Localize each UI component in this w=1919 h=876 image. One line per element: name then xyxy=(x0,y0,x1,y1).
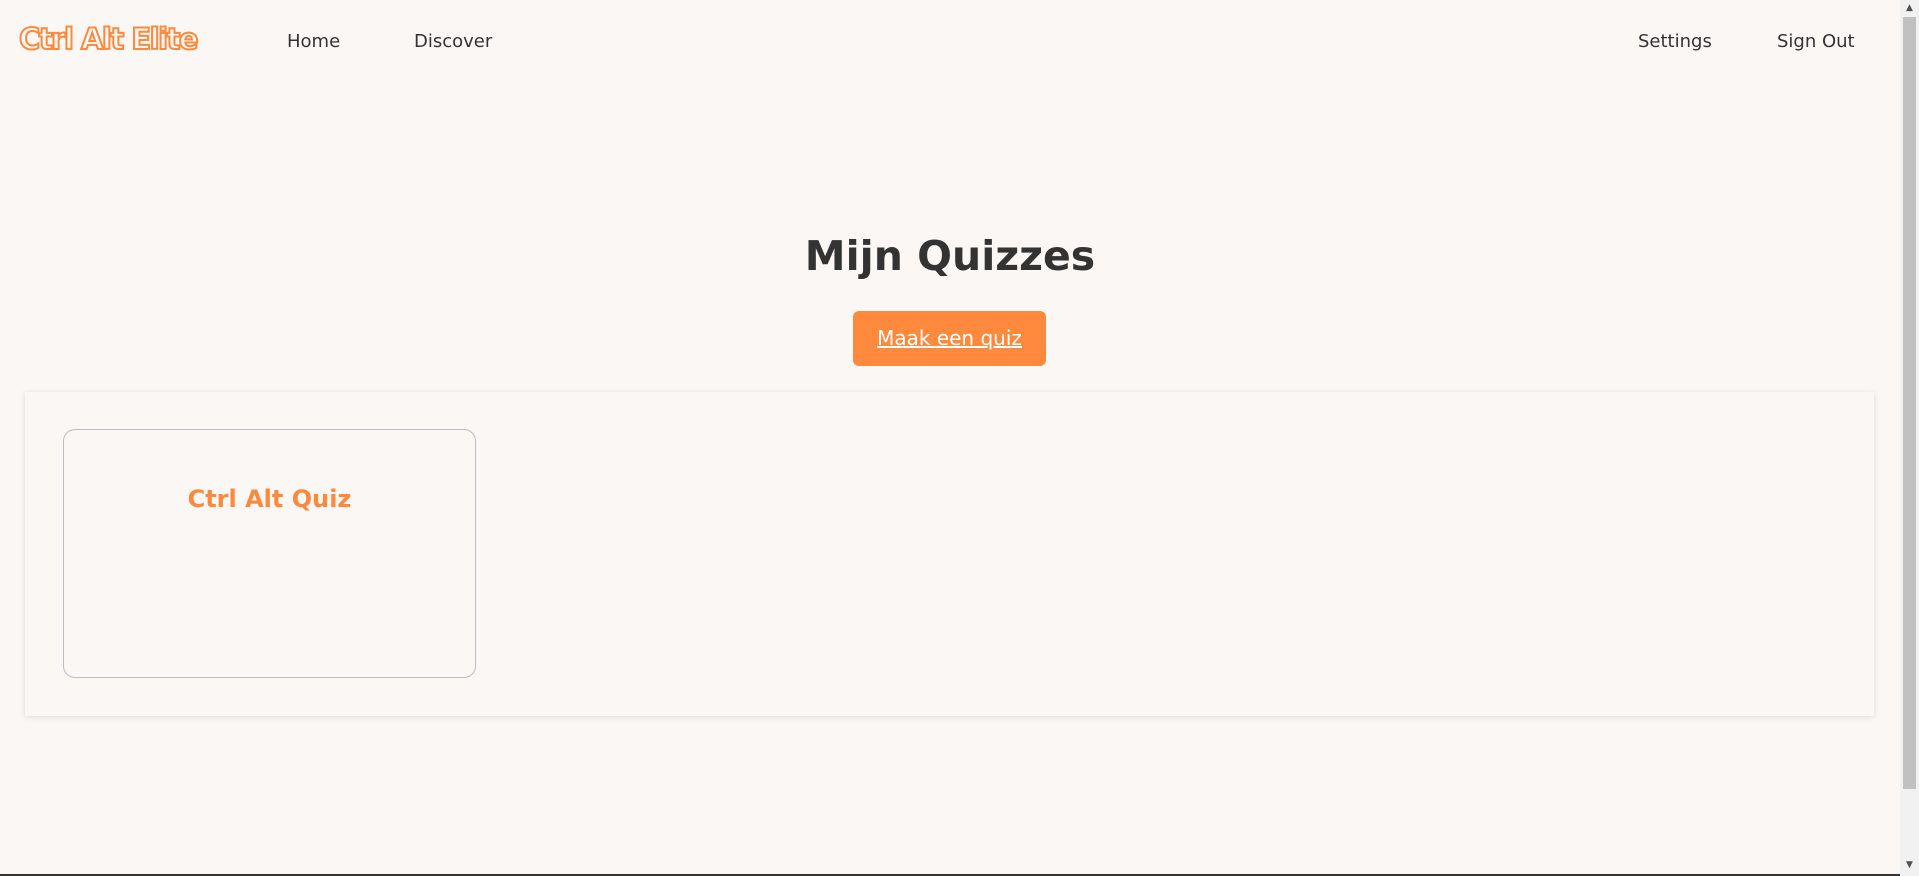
quiz-list-panel: Ctrl Alt Quiz xyxy=(25,392,1874,716)
nav-sign-out-link[interactable]: Sign Out xyxy=(1777,28,1855,56)
create-quiz-button[interactable]: Maak een quiz xyxy=(853,311,1046,366)
scroll-up-arrow-icon[interactable]: ▲ xyxy=(1900,0,1919,17)
quiz-card-title: Ctrl Alt Quiz xyxy=(187,485,352,513)
vertical-scrollbar[interactable]: ▲ ▼ xyxy=(1900,0,1919,876)
page-title: Mijn Quizzes xyxy=(804,232,1096,280)
nav-discover-link[interactable]: Discover xyxy=(414,28,492,56)
scrollbar-thumb[interactable] xyxy=(1903,17,1916,789)
nav-home-link[interactable]: Home xyxy=(287,28,340,56)
top-navbar: Ctrl Alt Elite Home Discover Settings Si… xyxy=(0,0,1900,86)
scroll-down-arrow-icon[interactable]: ▼ xyxy=(1900,857,1919,874)
page: Ctrl Alt Elite Home Discover Settings Si… xyxy=(0,0,1919,876)
quiz-card[interactable]: Ctrl Alt Quiz xyxy=(63,429,476,678)
nav-settings-link[interactable]: Settings xyxy=(1638,28,1712,56)
logo[interactable]: Ctrl Alt Elite xyxy=(18,18,200,60)
